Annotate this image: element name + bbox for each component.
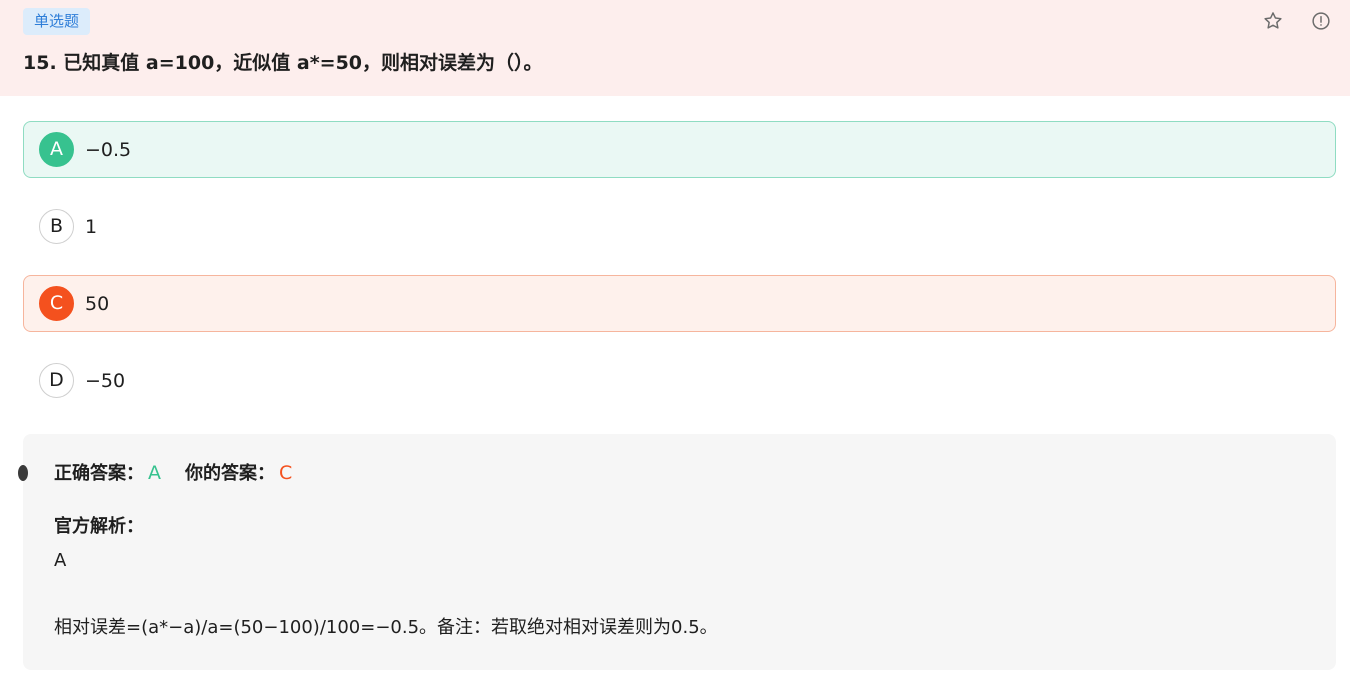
alert-circle-icon[interactable] (1310, 10, 1332, 32)
option-text-d: −50 (85, 370, 126, 392)
option-letter-c: C (39, 286, 74, 321)
explanation-answer: A (54, 550, 67, 571)
explanation-label: 官方解析： (54, 516, 144, 537)
answer-analysis-panel: 正确答案： A 你的答案： C 官方解析： A 相对误差=(a*−a)/a=(50−1… (18, 434, 1336, 670)
option-text-c: 50 (85, 293, 110, 315)
question-title: 15. 已知真值 a=100，近似值 a*=50，则相对误差为（）。 (23, 52, 543, 74)
option-a[interactable]: A −0.5 (23, 121, 1336, 178)
your-answer-value: C (279, 462, 293, 484)
correct-answer-label: 正确答案： (54, 463, 144, 484)
option-letter-b: B (39, 209, 74, 244)
your-answer-label: 你的答案： (185, 463, 275, 484)
question-header: 单选题 15. 已知真值 a=100，近似值 a*=50，则相对误差为（）。 (0, 0, 1350, 96)
option-d[interactable]: D −50 (23, 352, 1336, 409)
option-text-b: 1 (85, 216, 98, 238)
star-icon[interactable] (1262, 10, 1284, 32)
correct-answer-value: A (148, 462, 161, 484)
option-letter-d: D (39, 363, 74, 398)
option-letter-a: A (39, 132, 74, 167)
option-text-a: −0.5 (85, 139, 132, 161)
answer-summary: 正确答案： A 你的答案： C (54, 460, 292, 487)
explanation-detail: 相对误差=(a*−a)/a=(50−100)/100=−0.5。备注：若取绝对相… (54, 617, 718, 638)
option-c[interactable]: C 50 (23, 275, 1336, 332)
option-b[interactable]: B 1 (23, 198, 1336, 255)
panel-marker (18, 465, 28, 481)
question-type-tag: 单选题 (23, 8, 91, 35)
